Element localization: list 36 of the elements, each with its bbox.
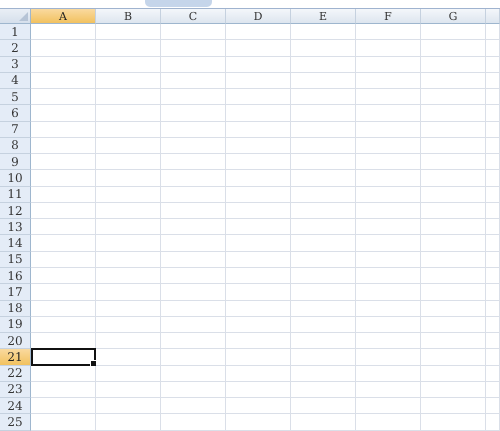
row-header[interactable]: 21 [0, 349, 31, 366]
row-header[interactable]: 10 [0, 170, 31, 187]
row-header[interactable]: 3 [0, 56, 31, 73]
row-header[interactable]: 1 [0, 24, 31, 40]
row-header[interactable]: 8 [0, 138, 31, 154]
row-header[interactable]: 13 [0, 219, 31, 236]
column-header[interactable]: D [226, 9, 291, 24]
row-header[interactable]: 16 [0, 268, 31, 284]
row-header[interactable]: 17 [0, 284, 31, 301]
column-header[interactable]: G [421, 9, 486, 24]
column-header[interactable]: F [356, 9, 421, 24]
row-header[interactable]: 15 [0, 252, 31, 268]
row-header[interactable]: 25 [0, 414, 31, 431]
row-header[interactable]: 22 [0, 366, 31, 382]
select-all-button[interactable] [0, 9, 31, 24]
row-header[interactable]: 14 [0, 235, 31, 252]
row-header[interactable]: 6 [0, 105, 31, 122]
row-header[interactable]: 18 [0, 300, 31, 317]
row-header[interactable]: 24 [0, 398, 31, 414]
column-header[interactable]: A [31, 9, 96, 24]
row-header[interactable]: 19 [0, 316, 31, 334]
row-header[interactable]: 7 [0, 122, 31, 138]
row-header[interactable]: 20 [0, 333, 31, 350]
row-header[interactable]: 12 [0, 202, 31, 220]
row-header[interactable]: 2 [0, 40, 31, 57]
row-header[interactable]: 5 [0, 89, 31, 106]
row-header[interactable]: 11 [0, 186, 31, 203]
column-header-background [486, 9, 500, 24]
column-header[interactable]: B [96, 9, 161, 24]
row-header[interactable]: 4 [0, 72, 31, 90]
column-header[interactable]: C [161, 9, 226, 24]
triangle-icon [19, 12, 28, 21]
sheet-tab-strip [145, 0, 212, 7]
row-header[interactable]: 23 [0, 382, 31, 398]
column-header[interactable]: E [291, 9, 356, 24]
row-header[interactable]: 9 [0, 154, 31, 170]
